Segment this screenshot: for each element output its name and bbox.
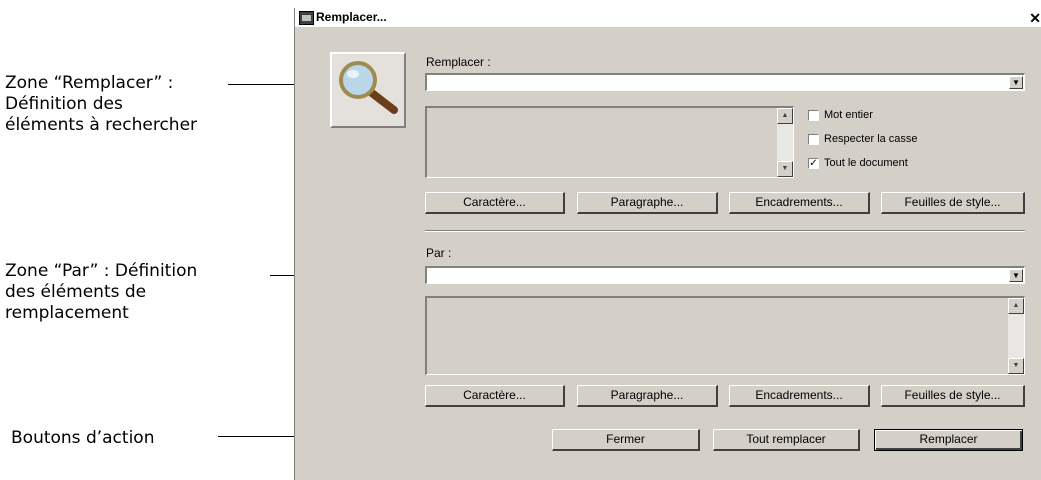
- find-paragraphe-button[interactable]: Paragraphe...: [577, 192, 718, 214]
- replace-format-list[interactable]: ▲ ▼: [425, 296, 1025, 375]
- replace-dialog: Remplacer... ✕ Remplacer : ▼ ▲ ▼ Mot ent…: [294, 8, 1041, 480]
- annotation-line: des éléments de: [5, 282, 147, 302]
- scroll-down-icon[interactable]: ▼: [777, 161, 793, 177]
- remplacer-button[interactable]: Remplacer: [874, 429, 1023, 451]
- checkbox-label: Tout le document: [824, 157, 908, 169]
- find-combobox[interactable]: ▼: [425, 73, 1025, 91]
- divider: [425, 230, 1025, 232]
- replace-feuilles-style-button[interactable]: Feuilles de style...: [881, 385, 1025, 407]
- checkbox-label: Mot entier: [824, 109, 873, 121]
- annotation-zone-par: Zone “Par” : Définition des éléments de …: [5, 261, 197, 324]
- checkmark-icon[interactable]: ✓: [808, 158, 819, 169]
- annotation-zone-remplacer: Zone “Remplacer” : Définition des élémen…: [5, 73, 197, 136]
- checkbox-label: Respecter la casse: [824, 133, 918, 145]
- checkbox-box[interactable]: [808, 134, 819, 145]
- annotation-line: remplacement: [5, 303, 129, 323]
- chevron-down-icon[interactable]: ▼: [1009, 76, 1023, 89]
- replace-encadrements-button[interactable]: Encadrements...: [729, 385, 870, 407]
- replace-paragraphe-button[interactable]: Paragraphe...: [577, 385, 718, 407]
- magnifier-icon: [330, 52, 406, 128]
- title-bar: Remplacer... ✕: [295, 8, 1041, 27]
- find-format-list[interactable]: ▲ ▼: [425, 106, 794, 178]
- annotation-line: Définition des: [5, 94, 123, 114]
- scroll-up-icon[interactable]: ▲: [777, 108, 793, 124]
- annotation-line: éléments à rechercher: [5, 115, 198, 135]
- tout-remplacer-button[interactable]: Tout remplacer: [713, 429, 860, 451]
- annotation-line: Zone “Remplacer” :: [5, 73, 174, 93]
- replace-label: Par :: [426, 246, 452, 260]
- replace-caractere-button[interactable]: Caractère...: [425, 385, 565, 407]
- checkbox-box[interactable]: [808, 110, 819, 121]
- annotation-line: Zone “Par” : Définition: [5, 261, 198, 281]
- window-icon: [299, 11, 314, 25]
- fermer-button[interactable]: Fermer: [552, 429, 700, 451]
- scroll-down-icon[interactable]: ▼: [1008, 358, 1024, 374]
- close-icon[interactable]: ✕: [1029, 9, 1041, 28]
- window-title: Remplacer...: [316, 10, 387, 24]
- scrollbar[interactable]: ▲ ▼: [1008, 298, 1024, 374]
- annotation-boutons: Boutons d’action: [11, 428, 155, 448]
- scroll-up-icon[interactable]: ▲: [1008, 298, 1024, 314]
- find-caractere-button[interactable]: Caractère...: [425, 192, 565, 214]
- replace-combobox[interactable]: ▼: [425, 266, 1025, 284]
- find-label: Remplacer :: [426, 55, 491, 69]
- find-encadrements-button[interactable]: Encadrements...: [729, 192, 870, 214]
- scrollbar[interactable]: ▲ ▼: [777, 108, 793, 177]
- find-feuilles-style-button[interactable]: Feuilles de style...: [881, 192, 1025, 214]
- chevron-down-icon[interactable]: ▼: [1009, 269, 1023, 282]
